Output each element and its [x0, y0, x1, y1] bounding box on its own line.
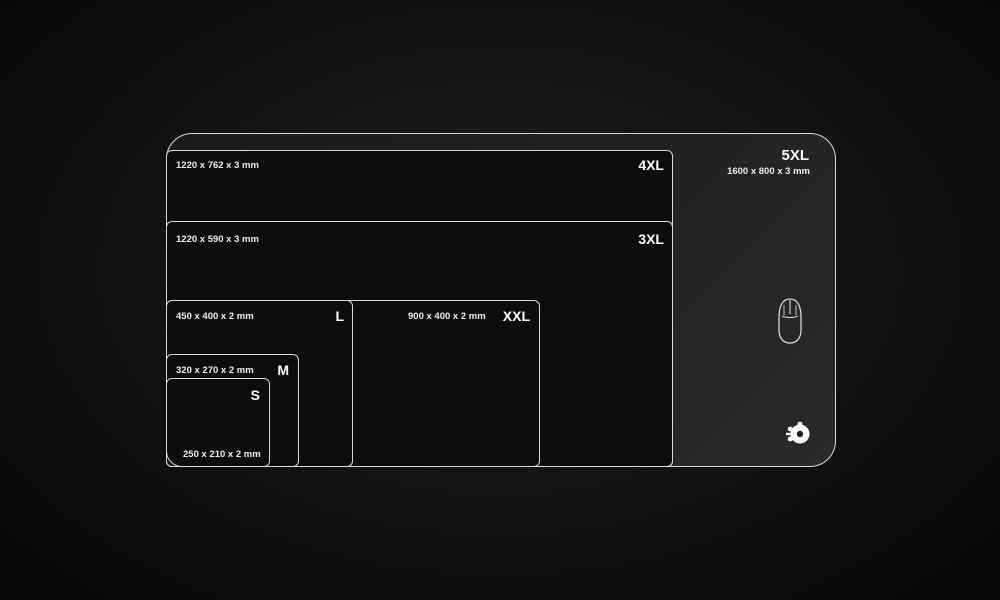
pad-xxl-size-label: XXL	[502, 308, 530, 324]
pad-xxl-dimensions: 900 x 400 x 2 mm	[408, 311, 486, 322]
pad-5xl-dimensions: 1600 x 800 x 3 mm	[727, 166, 810, 177]
pad-m-dimensions: 320 x 270 x 2 mm	[176, 365, 254, 376]
mouse-icon	[778, 298, 802, 344]
pad-l-size-label: L	[335, 308, 344, 324]
pad-3xl-dimensions: 1220 x 590 x 3 mm	[176, 234, 259, 245]
pad-m-size-label: M	[277, 362, 289, 378]
pad-s-dimensions: 250 x 210 x 2 mm	[183, 449, 261, 460]
pad-5xl-size-label: 5XL	[781, 147, 809, 164]
pad-4xl-size-label: 4XL	[638, 157, 664, 173]
pad-s-size-label: S	[250, 387, 260, 403]
pad-s: S 250 x 210 x 2 mm	[166, 378, 270, 467]
steelseries-logo-icon	[786, 421, 810, 444]
pad-4xl-dimensions: 1220 x 762 x 3 mm	[176, 160, 259, 171]
pad-l-dimensions: 450 x 400 x 2 mm	[176, 311, 254, 322]
pad-3xl-size-label: 3XL	[638, 231, 664, 247]
